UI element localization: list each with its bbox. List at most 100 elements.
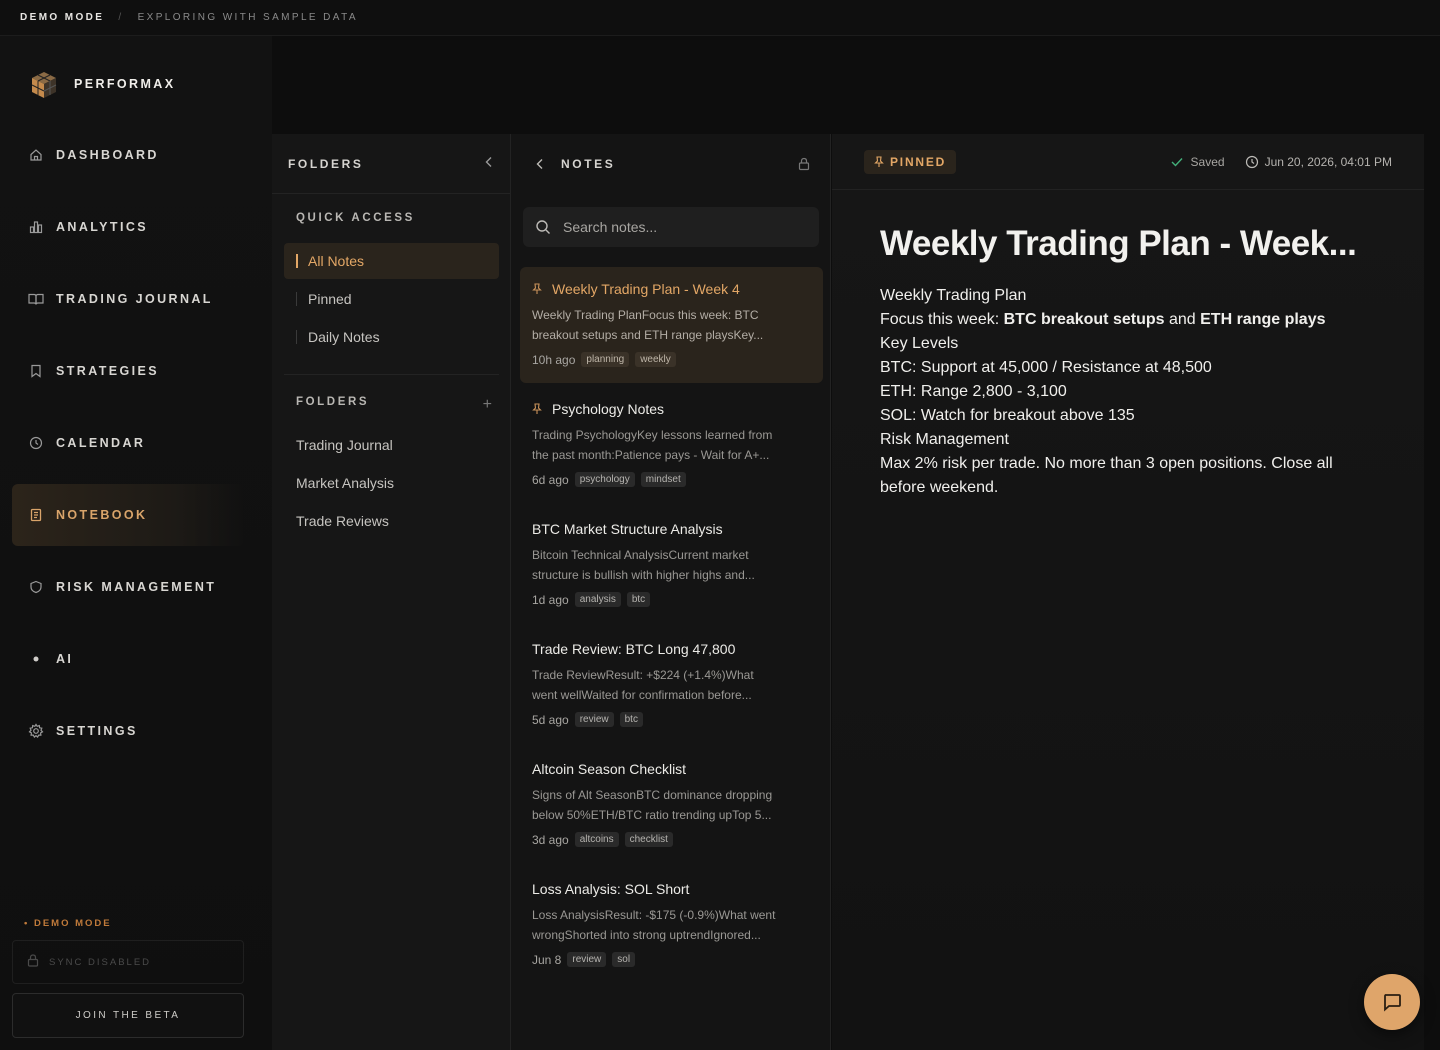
clock-icon	[1245, 155, 1259, 169]
body-focus-line: Focus this week: BTC breakout setups and…	[880, 311, 1326, 328]
note-preview: Weekly Trading PlanFocus this week: BTC …	[532, 308, 764, 342]
nav-label: NOTEBOOK	[56, 508, 148, 522]
collapse-chevron-left-icon[interactable]	[484, 156, 494, 171]
nav-label: AI	[56, 652, 74, 666]
chat-button[interactable]	[1364, 974, 1420, 1030]
bar-chart-icon	[28, 219, 44, 235]
note-card[interactable]: Altcoin Season Checklist Signs of Alt Se…	[520, 747, 823, 863]
note-tag: psychology	[574, 472, 635, 487]
quick-access-label: Pinned	[308, 291, 352, 307]
note-card[interactable]: Psychology Notes Trading PsychologyKey l…	[520, 387, 823, 503]
cube-logo-icon	[30, 70, 58, 98]
note-tag: weekly	[635, 352, 676, 367]
note-editor: PINNED Saved Jun 20, 2026, 04:01 PM Week…	[832, 134, 1424, 1050]
search-icon	[535, 219, 551, 235]
folder-market-analysis[interactable]: Market Analysis	[296, 475, 394, 491]
note-preview: Trading PsychologyKey lessons learned fr…	[532, 428, 773, 462]
note-body[interactable]: Weekly Trading Plan Focus this week: BTC…	[880, 284, 1360, 500]
gear-icon	[28, 723, 44, 739]
timestamp-label: Jun 20, 2026, 04:01 PM	[1264, 154, 1392, 169]
quick-access-all-notes[interactable]: All Notes	[284, 243, 499, 279]
join-beta-button[interactable]: JOIN THE BETA	[12, 993, 244, 1038]
nav-item-settings[interactable]: SETTINGS	[12, 700, 244, 762]
body-heading: Weekly Trading Plan	[880, 287, 1027, 304]
pinned-label: PINNED	[890, 154, 947, 169]
notes-panel: NOTES Search notes... Weekly Trading Pla…	[511, 134, 831, 1050]
note-card[interactable]: BTC Market Structure Analysis Bitcoin Te…	[520, 507, 823, 623]
folders-title: FOLDERS	[288, 156, 364, 171]
chat-bubble-icon	[1381, 991, 1403, 1013]
folders-panel: FOLDERS QUICK ACCESS All Notes Pinned Da…	[272, 134, 511, 1050]
bookmark-icon	[28, 363, 44, 379]
note-preview: Loss AnalysisResult: -$175 (-0.9%)What w…	[532, 908, 776, 942]
book-open-icon	[28, 291, 44, 307]
note-card[interactable]: Weekly Trading Plan - Week 4 Weekly Trad…	[520, 267, 823, 383]
nav-item-strategies[interactable]: STRATEGIES	[12, 340, 244, 402]
quick-access-title: QUICK ACCESS	[296, 212, 415, 224]
dot-icon	[28, 651, 44, 667]
note-title-field[interactable]: Weekly Trading Plan - Week...	[880, 224, 1357, 264]
note-title: BTC Market Structure Analysis	[532, 521, 723, 537]
quick-access-pinned[interactable]: Pinned	[284, 281, 499, 317]
folders-section-title: FOLDERS	[296, 396, 370, 408]
add-folder-plus-icon[interactable]: +	[483, 396, 492, 414]
note-tag: review	[567, 952, 607, 967]
nav-item-trading-journal[interactable]: TRADING JOURNAL	[12, 268, 244, 330]
body-risk-heading: Risk Management	[880, 431, 1009, 448]
quick-access-label: Daily Notes	[308, 329, 380, 345]
saved-status: Saved	[1171, 155, 1225, 169]
note-tag: btc	[626, 592, 651, 607]
divider	[284, 374, 499, 375]
note-time: 1d ago	[532, 592, 569, 607]
search-notes-input[interactable]: Search notes...	[523, 207, 819, 247]
folder-trade-reviews[interactable]: Trade Reviews	[296, 513, 389, 529]
timestamp: Jun 20, 2026, 04:01 PM	[1245, 155, 1392, 169]
pinned-badge[interactable]: PINNED	[864, 149, 957, 174]
search-placeholder: Search notes...	[563, 219, 658, 235]
note-tag: sol	[612, 952, 636, 967]
nav-item-calendar[interactable]: CALENDAR	[12, 412, 244, 474]
editor-header: PINNED Saved Jun 20, 2026, 04:01 PM	[832, 134, 1424, 190]
sidebar-demo-mode: • DEMO MODE	[24, 918, 112, 929]
note-title: Psychology Notes	[552, 401, 665, 417]
sync-label: SYNC DISABLED	[49, 956, 152, 968]
note-tag: planning	[581, 352, 630, 367]
pin-icon	[532, 283, 546, 295]
nav-label: TRADING JOURNAL	[56, 292, 213, 306]
nav-item-notebook[interactable]: NOTEBOOK	[12, 484, 244, 546]
back-chevron-left-icon[interactable]	[535, 158, 545, 170]
note-title: Altcoin Season Checklist	[532, 761, 687, 777]
body-btc-line: BTC: Support at 45,000 / Resistance at 4…	[880, 359, 1212, 376]
note-time: 10h ago	[532, 352, 576, 367]
note-tag: btc	[619, 712, 643, 727]
nav-item-analytics[interactable]: ANALYTICS	[12, 196, 244, 258]
body-sol-line: SOL: Watch for breakout above 135	[880, 407, 1135, 424]
nav-item-ai[interactable]: AI	[12, 628, 244, 690]
note-tag: mindset	[640, 472, 686, 487]
quick-access-daily-notes[interactable]: Daily Notes	[284, 319, 499, 355]
lock-icon[interactable]	[798, 157, 810, 171]
note-preview: Trade ReviewResult: +$224 (+1.4%)What we…	[532, 668, 754, 702]
notebook-icon	[28, 507, 44, 523]
note-title: Trade Review: BTC Long 47,800	[532, 641, 736, 657]
nav-item-dashboard[interactable]: DASHBOARD	[12, 124, 244, 186]
demo-mode-label: DEMO MODE	[20, 12, 105, 23]
folder-trading-journal[interactable]: Trading Journal	[296, 437, 393, 453]
note-card[interactable]: Trade Review: BTC Long 47,800 Trade Revi…	[520, 627, 823, 743]
notes-header: NOTES	[511, 134, 830, 194]
brand[interactable]: PERFORMAX	[30, 70, 175, 98]
nav-label: SETTINGS	[56, 724, 138, 738]
lock-icon	[27, 954, 39, 970]
note-tag: checklist	[624, 832, 673, 847]
clock-icon	[28, 435, 44, 451]
nav-item-risk-management[interactable]: RISK MANAGEMENT	[12, 556, 244, 618]
body-eth-line: ETH: Range 2,800 - 3,100	[880, 383, 1067, 400]
body-key-levels-heading: Key Levels	[880, 335, 959, 352]
note-time: 5d ago	[532, 712, 569, 727]
note-card[interactable]: Loss Analysis: SOL Short Loss AnalysisRe…	[520, 867, 823, 983]
note-time: 3d ago	[532, 832, 569, 847]
nav-label: DASHBOARD	[56, 148, 159, 162]
nav-label: STRATEGIES	[56, 364, 159, 378]
note-title: Weekly Trading Plan - Week 4	[552, 281, 740, 297]
notes-title: NOTES	[561, 157, 616, 171]
